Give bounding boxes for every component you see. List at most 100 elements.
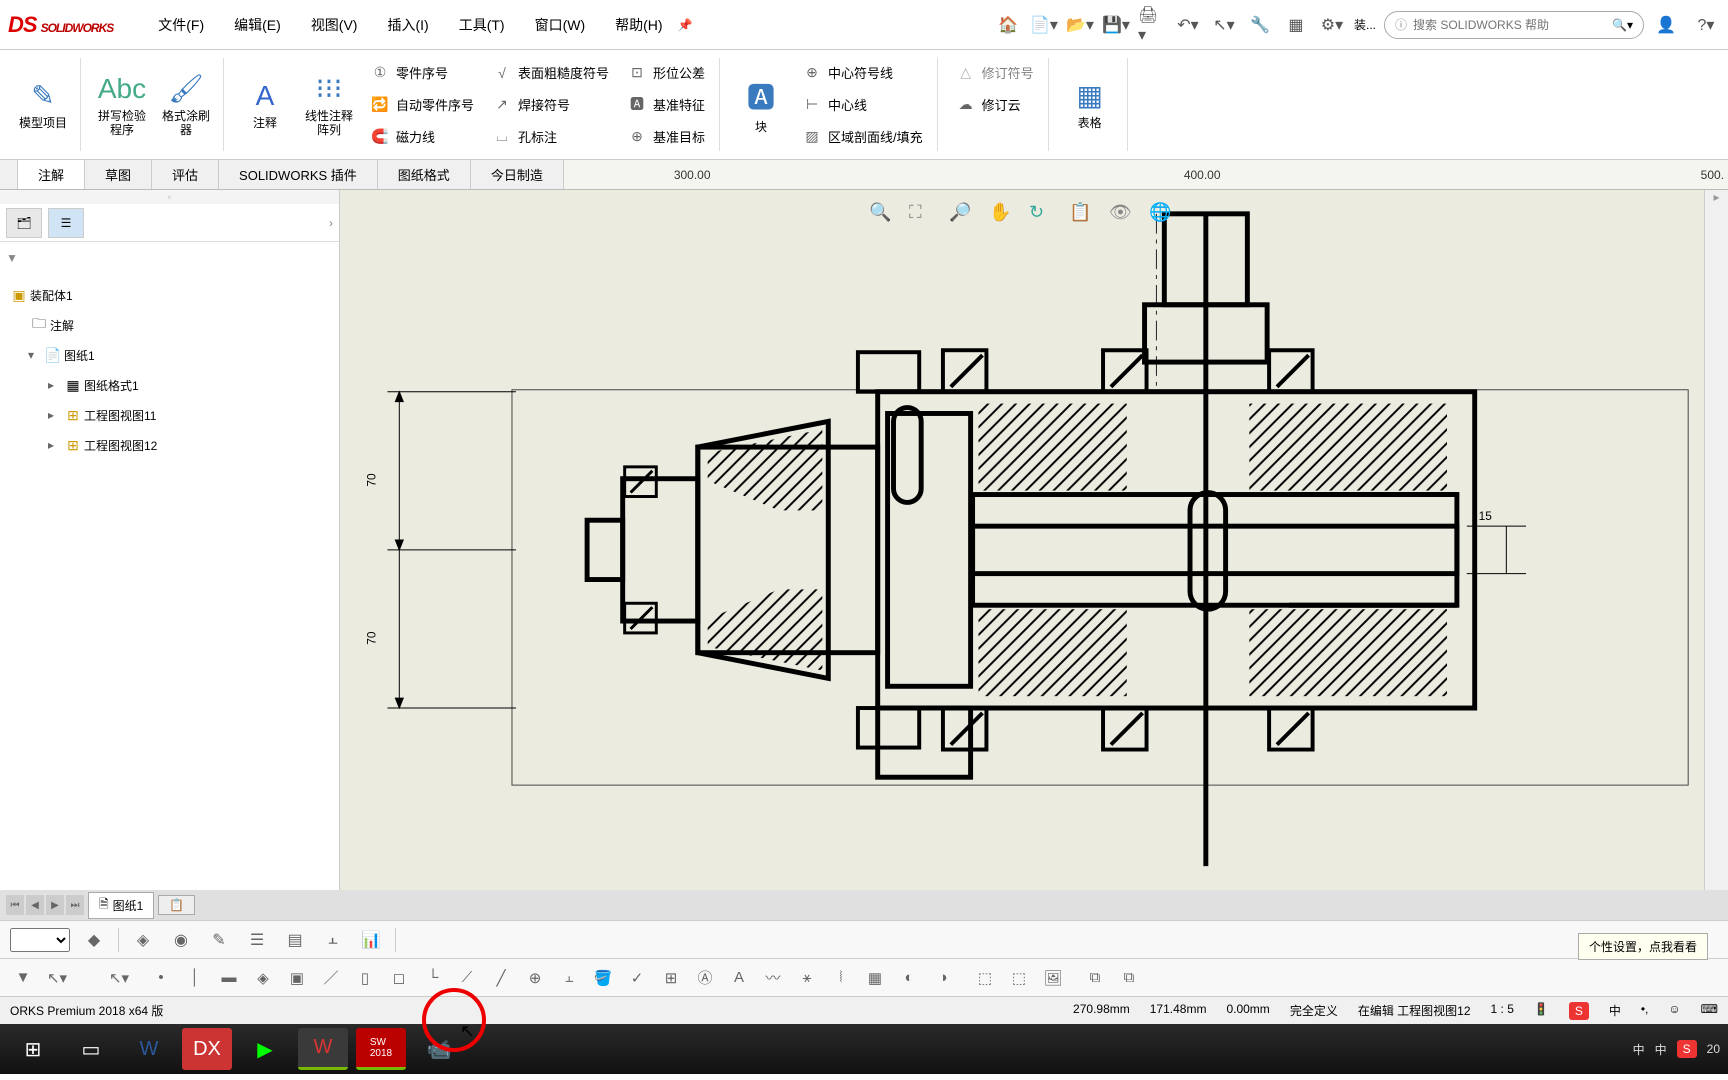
- bt-sigma[interactable]: ⚹: [794, 965, 820, 991]
- tab-prev[interactable]: [0, 160, 18, 189]
- bt-line[interactable]: │: [182, 965, 208, 991]
- drawing-canvas[interactable]: 🔍 ⛶ 🔎 ✋ ↻ 📋 👁 🌐: [340, 190, 1704, 890]
- bt-box3d[interactable]: ◈: [250, 965, 276, 991]
- bt-A[interactable]: A: [726, 965, 752, 991]
- bt-lines2[interactable]: ▤: [281, 926, 309, 954]
- tree-view11[interactable]: ▸ ⊞ 工程图视图11: [0, 400, 339, 430]
- search-box[interactable]: ⓘ 🔍▾: [1384, 11, 1644, 39]
- sheet-nav[interactable]: ⏮◀▶⏭: [6, 895, 84, 915]
- expand-icon[interactable]: ▸: [48, 408, 62, 422]
- select-icon[interactable]: ↖▾: [1210, 11, 1238, 39]
- menu-tools[interactable]: 工具(T): [444, 15, 520, 35]
- surface-finish-button[interactable]: √ 表面粗糙度符号: [488, 59, 613, 87]
- center-mark-button[interactable]: ⊕ 中心符号线: [798, 59, 927, 87]
- canvas-nav-right[interactable]: ▸: [1705, 190, 1728, 218]
- zoom-fit-icon[interactable]: 🔍: [869, 202, 895, 228]
- bt-wave[interactable]: 〰: [760, 965, 786, 991]
- datum-target-button[interactable]: ⊕ 基准目标: [623, 122, 709, 150]
- display-style-icon[interactable]: 📋: [1069, 202, 1095, 228]
- hide-show-icon[interactable]: 👁: [1109, 202, 1135, 228]
- undo-icon[interactable]: ↶▾: [1174, 11, 1202, 39]
- menu-window[interactable]: 窗口(W): [520, 15, 601, 35]
- menu-help[interactable]: 帮助(H): [600, 15, 677, 35]
- bt-pen[interactable]: ✎: [205, 926, 233, 954]
- bt-block2[interactable]: ▦: [862, 965, 888, 991]
- save-icon[interactable]: 💾▾: [1102, 11, 1130, 39]
- ime-face-icon[interactable]: ☺: [1668, 1002, 1680, 1020]
- tray-s-icon[interactable]: S: [1677, 1040, 1697, 1058]
- bt-curve[interactable]: ⦚: [828, 965, 854, 991]
- wps-button[interactable]: W: [298, 1028, 348, 1070]
- linear-note-button[interactable]: ⁝⁝⁝ 线性注释阵列: [302, 58, 356, 151]
- tree-sheet-format[interactable]: ▸ ▦ 图纸格式1: [0, 370, 339, 400]
- user-icon[interactable]: 👤: [1652, 11, 1680, 39]
- new-doc-icon[interactable]: 📄▾: [1030, 11, 1058, 39]
- bt-lines1[interactable]: ☰: [243, 926, 271, 954]
- format-painter-button[interactable]: 🖌 格式涂刷器: [159, 58, 213, 151]
- tree-view12[interactable]: ▸ ⊞ 工程图视图12: [0, 430, 339, 460]
- sheet-tab-1[interactable]: 🗎 图纸1: [88, 892, 154, 919]
- datum-button[interactable]: 🅰 基准特征: [623, 90, 709, 118]
- grid-icon[interactable]: ▦: [1282, 11, 1310, 39]
- tab-today[interactable]: 今日制造: [471, 160, 564, 189]
- bt-align[interactable]: ⫠: [319, 926, 347, 954]
- bt-pie[interactable]: ⬚: [972, 965, 998, 991]
- bt-check[interactable]: ✓: [624, 965, 650, 991]
- model-item-button[interactable]: ✎ 模型项目: [16, 58, 70, 151]
- property-tab[interactable]: ☰: [48, 208, 84, 238]
- bt-align2[interactable]: ⫠: [556, 965, 582, 991]
- tray-ime1[interactable]: 中: [1633, 1041, 1645, 1058]
- area-hatch-button[interactable]: ▨ 区域剖面线/填充: [798, 122, 927, 150]
- menu-edit[interactable]: 编辑(E): [219, 15, 296, 35]
- start-button[interactable]: ⊞: [8, 1028, 58, 1070]
- add-sheet-button[interactable]: 📋: [158, 895, 195, 915]
- panel-collapse-icon[interactable]: ›: [329, 216, 333, 230]
- bt-paint[interactable]: 🪣: [590, 965, 616, 991]
- expand-icon[interactable]: ▸: [48, 438, 62, 452]
- settings-icon[interactable]: ⚙▾: [1318, 11, 1346, 39]
- scene-icon[interactable]: 🌐: [1149, 202, 1175, 228]
- bt-angle[interactable]: ⟋: [454, 965, 480, 991]
- bt-rect[interactable]: ▬: [216, 965, 242, 991]
- spell-check-button[interactable]: Abc 拼写检验程序: [95, 58, 149, 151]
- tab-annotation[interactable]: 注解: [18, 160, 85, 189]
- tree-root[interactable]: ▣ 装配体1: [0, 280, 339, 310]
- taskview-button[interactable]: ▭: [66, 1028, 116, 1070]
- ballon-button[interactable]: ① 零件序号: [366, 59, 478, 87]
- menu-insert[interactable]: 插入(I): [372, 15, 443, 35]
- centerline-button[interactable]: ⊢ 中心线: [798, 90, 927, 118]
- solidworks-button[interactable]: SW2018: [356, 1028, 406, 1070]
- play-button[interactable]: ▶: [240, 1028, 290, 1070]
- tables-button[interactable]: ▦ 表格: [1063, 58, 1117, 151]
- bt-arrow[interactable]: ↖▾: [44, 965, 70, 991]
- auto-ballon-button[interactable]: 🔁 自动零件序号: [366, 90, 478, 118]
- tree-annotations[interactable]: 🗀 注解: [0, 310, 339, 340]
- filter-icon[interactable]: ▼: [6, 251, 18, 265]
- ime-dot-icon[interactable]: •,: [1641, 1002, 1649, 1020]
- tray-time[interactable]: 20: [1707, 1042, 1720, 1056]
- tab-sketch[interactable]: 草图: [85, 160, 152, 189]
- pan-icon[interactable]: ✋: [989, 202, 1015, 228]
- tray-ime2[interactable]: 中: [1655, 1041, 1667, 1058]
- ime-s-icon[interactable]: S: [1569, 1002, 1589, 1020]
- bt-filter[interactable]: ▼: [10, 965, 36, 991]
- bt-ball[interactable]: ◑: [930, 965, 956, 991]
- bt-target[interactable]: ⊕: [522, 965, 548, 991]
- menu-view[interactable]: 视图(V): [296, 15, 373, 35]
- bt-sq[interactable]: ◻: [386, 965, 412, 991]
- bt-cursor2[interactable]: ↖▾: [106, 965, 132, 991]
- rotate-icon[interactable]: ↻: [1029, 202, 1055, 228]
- block-button[interactable]: 🅰 块: [734, 58, 788, 151]
- tab-evaluate[interactable]: 评估: [152, 160, 219, 189]
- dx-button[interactable]: DX: [182, 1028, 232, 1070]
- revision-cloud-button[interactable]: ☁ 修订云: [952, 90, 1038, 118]
- tree-sheet[interactable]: ▾ 📄 图纸1: [0, 340, 339, 370]
- magnetic-line-button[interactable]: 🧲 磁力线: [366, 122, 478, 150]
- menu-file[interactable]: 文件(F): [143, 15, 219, 35]
- zoom-prev-icon[interactable]: 🔎: [949, 202, 975, 228]
- expand-icon[interactable]: ▸: [48, 378, 62, 392]
- bt-grid[interactable]: ⊞: [658, 965, 684, 991]
- note-button[interactable]: A 注释: [238, 58, 292, 151]
- bt-cube[interactable]: ▣: [284, 965, 310, 991]
- bt-point[interactable]: •: [148, 965, 174, 991]
